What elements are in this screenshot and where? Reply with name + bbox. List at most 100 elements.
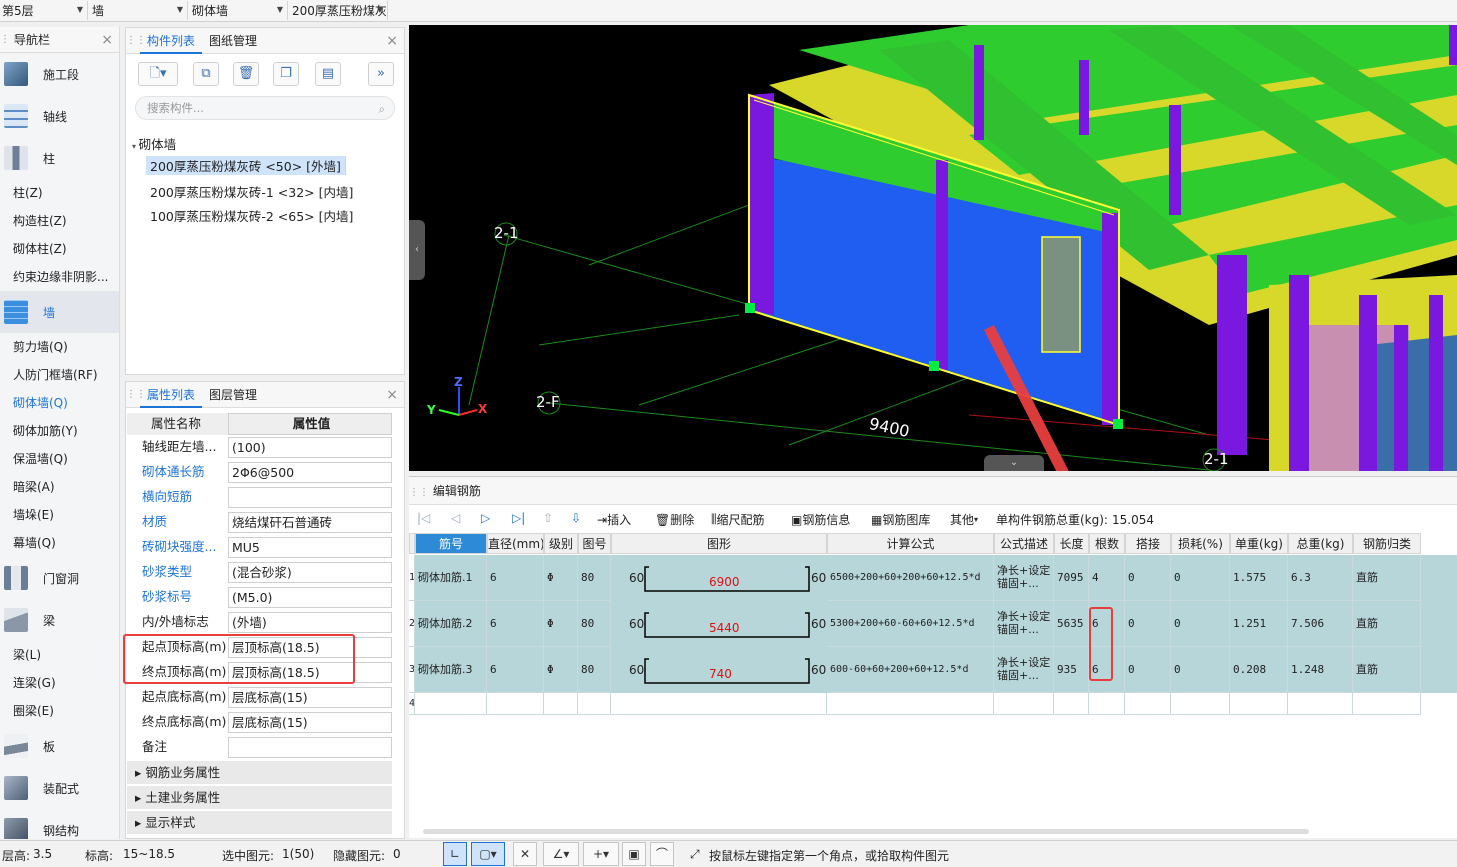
empty-cell[interactable] (1054, 693, 1089, 715)
property-value-field[interactable]: (100) (228, 437, 392, 458)
move-up-icon[interactable]: ⇧ (543, 511, 553, 525)
close-icon[interactable]: × (386, 387, 398, 403)
nav-subitem[interactable]: 构造柱(Z) (0, 207, 119, 235)
table-cell[interactable]: 1.575 (1230, 555, 1288, 601)
tree-item[interactable]: 100厚蒸压粉煤灰砖-2 <65> [内墙] (150, 206, 353, 225)
table-cell[interactable]: Φ (544, 555, 578, 601)
table-cell[interactable]: Φ (544, 647, 578, 693)
property-name[interactable]: 砂浆类型 (127, 560, 228, 585)
formula-desc-cell[interactable]: 净长+设定 锚固+... (994, 647, 1054, 693)
rebar-name-cell[interactable]: 砌体加筋.1 (415, 555, 487, 601)
formula-desc-cell[interactable]: 净长+设定 锚固+... (994, 555, 1054, 601)
empty-cell[interactable] (1125, 693, 1171, 715)
empty-cell[interactable] (415, 693, 487, 715)
empty-cell[interactable] (1353, 693, 1421, 715)
dynamic-input-icon[interactable]: ▣ (622, 842, 646, 866)
property-value-field[interactable] (228, 737, 392, 758)
column-header[interactable]: 总重(kg) (1288, 533, 1353, 554)
nav-cat-prefab[interactable]: 装配式 (0, 767, 119, 809)
table-cell[interactable]: 0 (1171, 555, 1230, 601)
nav-subitem[interactable]: 圈梁(E) (0, 697, 119, 725)
close-icon[interactable]: × (386, 33, 398, 49)
collapse-bottom-handle[interactable]: ⌄ (984, 455, 1044, 471)
component-select[interactable]: 200厚蒸压粉煤灰 ▼ (290, 1, 388, 20)
property-value-field[interactable]: (外墙) (228, 612, 392, 633)
table-cell[interactable]: 直筋 (1353, 647, 1421, 693)
rebar-library-button[interactable]: ▦ 钢筋图库 (871, 511, 930, 528)
rebar-name-cell[interactable]: 砌体加筋.3 (415, 647, 487, 693)
column-header[interactable]: 损耗(%) (1171, 533, 1230, 554)
table-cell[interactable]: 600-60+60+200+60+12.5*d (827, 647, 994, 693)
nav-subitem[interactable]: 剪力墙(Q) (0, 333, 119, 361)
rebar-info-button[interactable]: ▣ 钢筋信息 (791, 511, 850, 528)
table-cell[interactable]: 7.506 (1288, 601, 1353, 647)
collapse-left-handle[interactable]: ‹ (409, 220, 425, 280)
3d-view[interactable]: 2-1 2-F 2-1 9400 Z X Y ‹ ⌄ (409, 25, 1457, 471)
table-cell[interactable]: 0 (1125, 601, 1171, 647)
empty-cell[interactable] (1171, 693, 1230, 715)
table-cell[interactable]: 1.251 (1230, 601, 1288, 647)
table-cell[interactable]: 直筋 (1353, 601, 1421, 647)
column-header[interactable]: 单重(kg) (1230, 533, 1288, 554)
column-header[interactable]: 筋号 (415, 533, 487, 554)
cross-snap-icon[interactable]: ✕ (513, 842, 537, 866)
table-cell[interactable]: 80 (578, 555, 611, 601)
empty-cell[interactable] (827, 693, 994, 715)
drag-grip-icon[interactable]: ⋮⋮ (126, 382, 146, 408)
nav-cat-steel[interactable]: 钢结构 (0, 809, 119, 839)
tab-drawing-management[interactable]: 图纸管理 (202, 28, 264, 54)
property-value-field[interactable] (228, 487, 392, 508)
tab-component-list[interactable]: 构件列表 (140, 28, 203, 54)
table-cell[interactable]: 7095 (1054, 555, 1089, 601)
table-cell[interactable]: 0.208 (1230, 647, 1288, 693)
nav-cat-door-window[interactable]: 门窗洞 (0, 557, 119, 599)
copy-icon[interactable]: ⧉ (193, 62, 219, 86)
group-display-style[interactable]: ▸ 显示样式 (127, 811, 392, 834)
nav-subitem[interactable]: 保温墙(Q) (0, 445, 119, 473)
table-cell[interactable]: 6.3 (1288, 555, 1353, 601)
tab-layer-management[interactable]: 图层管理 (202, 382, 264, 408)
more-icon[interactable]: » (368, 62, 394, 86)
empty-cell[interactable] (1288, 693, 1353, 715)
formula-desc-cell[interactable]: 净长+设定 锚固+... (994, 601, 1054, 647)
drag-grip-icon[interactable]: ⋮⋮ (0, 27, 20, 53)
property-value-field[interactable]: MU5 (228, 537, 392, 558)
table-cell[interactable]: 0 (1171, 601, 1230, 647)
table-cell[interactable]: 1.248 (1288, 647, 1353, 693)
table-cell[interactable]: 5635 (1054, 601, 1089, 647)
empty-cell[interactable] (544, 693, 578, 715)
last-icon[interactable]: ▷| (512, 511, 525, 525)
angle-icon[interactable]: ∠▾ (543, 842, 579, 866)
table-cell[interactable]: 0 (1171, 647, 1230, 693)
column-header[interactable]: 搭接 (1125, 533, 1171, 554)
filter-icon[interactable]: ▤ (315, 62, 341, 86)
table-cell[interactable]: 935 (1054, 647, 1089, 693)
property-name[interactable]: 砖砌块强度... (127, 535, 228, 560)
nav-cat-column[interactable]: 柱 (0, 137, 119, 179)
new-component-button[interactable]: 🗋▾ (138, 62, 178, 86)
nav-subitem[interactable]: 暗梁(A) (0, 473, 119, 501)
empty-cell[interactable] (611, 693, 827, 715)
close-icon[interactable]: × (101, 32, 113, 48)
type-select[interactable]: 砌体墙 ▼ (190, 1, 288, 20)
property-name[interactable]: 横向短筋 (127, 485, 228, 510)
nav-cat-slab[interactable]: 板 (0, 725, 119, 767)
insert-button[interactable]: ⇥ 插入 (597, 511, 631, 528)
empty-cell[interactable] (487, 693, 544, 715)
nav-cat-wall[interactable]: 墙 (0, 291, 119, 333)
column-header[interactable]: 根数 (1089, 533, 1125, 554)
ortho-toggle[interactable]: ∟ (443, 842, 467, 866)
nav-cat-axis[interactable]: 轴线 (0, 95, 119, 137)
next-icon[interactable]: ▷ (481, 511, 490, 525)
property-value-field[interactable]: (混合砂浆) (228, 562, 392, 583)
table-cell[interactable]: 6500+200+60+200+60+12.5*d (827, 555, 994, 601)
property-name[interactable]: 砂浆标号 (127, 585, 228, 610)
table-cell[interactable]: 6 (487, 555, 544, 601)
tree-item-selected[interactable]: 200厚蒸压粉煤灰砖 <50> [外墙] (146, 156, 346, 175)
other-menu-button[interactable]: 其他 ▾ (950, 511, 978, 528)
drag-grip-icon[interactable]: ⋮⋮ (126, 28, 146, 54)
nav-subitem[interactable]: 砌体柱(Z) (0, 235, 119, 263)
table-cell[interactable]: 6 (487, 647, 544, 693)
empty-cell[interactable] (1089, 693, 1125, 715)
nav-cat-construction-section[interactable]: 施工段 (0, 53, 119, 95)
